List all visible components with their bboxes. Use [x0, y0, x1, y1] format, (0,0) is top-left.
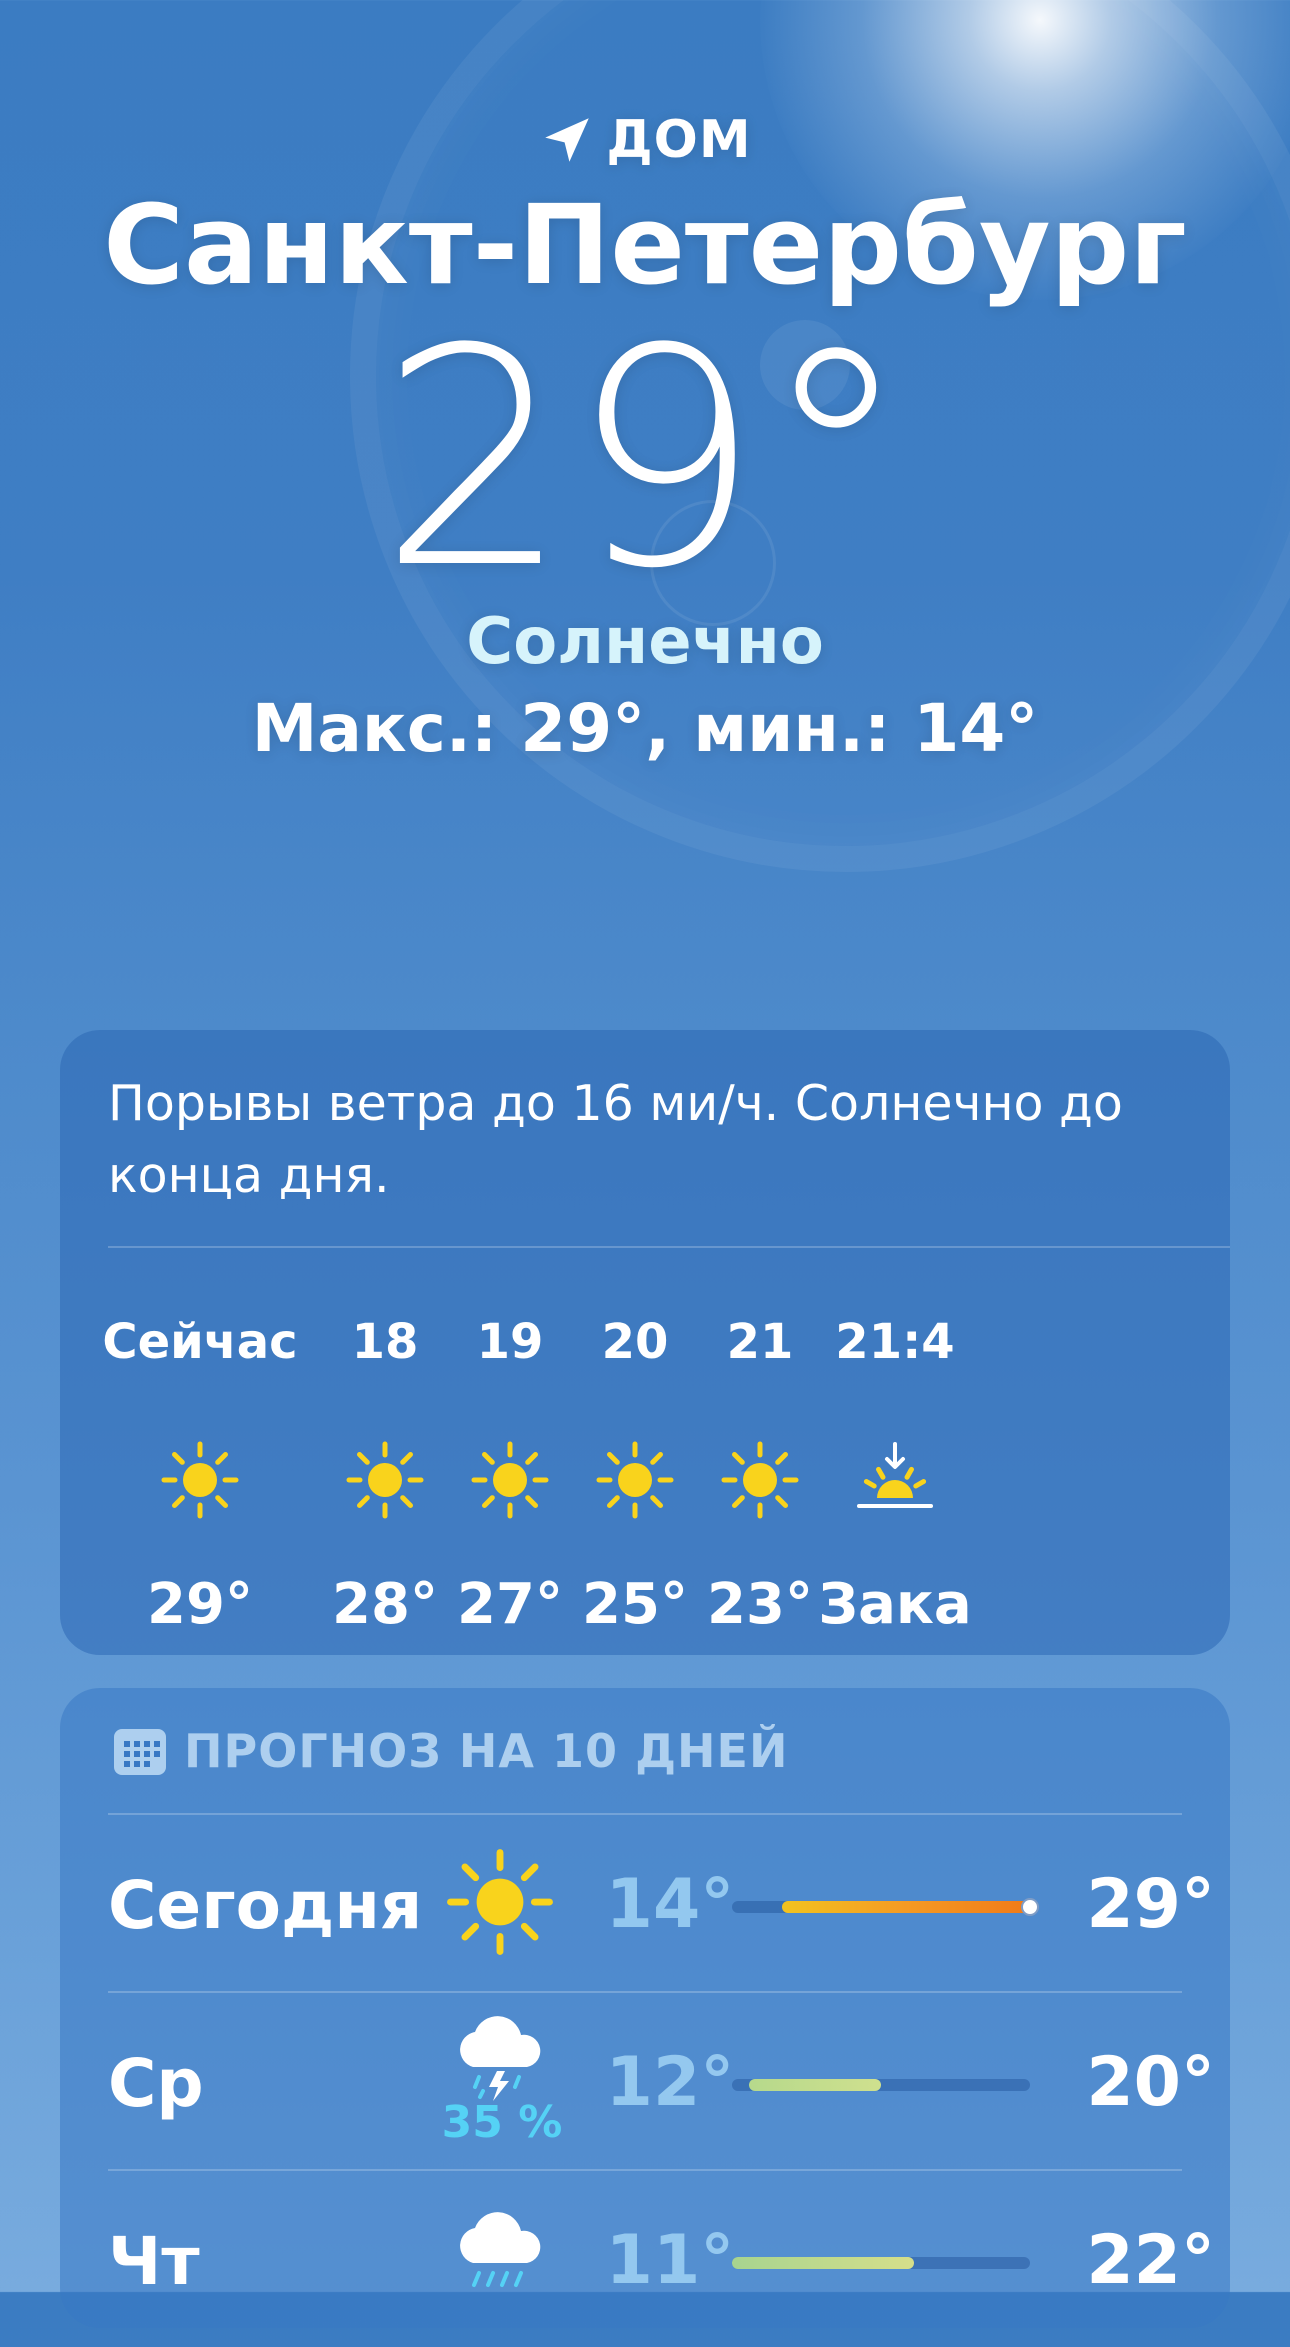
rain-icon: [460, 2212, 541, 2287]
forecast-title: ПРОГНОЗ НА 10 ДНЕЙ: [184, 1724, 789, 1778]
precip-chance: 35 %: [441, 2097, 563, 2148]
hour-time: Сейчас: [102, 1314, 298, 1370]
hour-icon: [720, 1440, 800, 1520]
forecast-row[interactable]: Чт 11° 22°: [60, 2171, 1230, 2347]
forecast-high: 20°: [1086, 2043, 1215, 2122]
hour-icon: [855, 1440, 935, 1520]
hour-icon: [595, 1440, 675, 1520]
forecast-row[interactable]: Ср 35 % 12° 20°: [60, 1993, 1230, 2169]
current-temperature: 29°: [379, 285, 911, 634]
sun-icon: [346, 1441, 424, 1519]
sunset-icon: [857, 1442, 933, 1508]
forecast-day: Ср: [108, 2045, 204, 2122]
temp-range-track: [732, 2079, 1030, 2091]
hourly-forecast-card[interactable]: Порывы ветра до 16 ми/ч. Солнечно до кон…: [60, 1030, 1230, 1655]
sun-icon: [471, 1441, 549, 1519]
hour-icon: [470, 1440, 550, 1520]
temp-range-track: [732, 1898, 1039, 1916]
temp-range-bar: [732, 2257, 915, 2269]
temp-range-bar: [781, 1901, 1030, 1913]
ten-day-forecast-card[interactable]: ПРОГНОЗ НА 10 ДНЕЙ Сегодня 14° 29° Ср 35 …: [60, 1688, 1230, 2328]
forecast-row[interactable]: Сегодня 14° 29°: [60, 1815, 1230, 1991]
temp-range-bar: [748, 2079, 881, 2091]
forecast-header: ПРОГНОЗ НА 10 ДНЕЙ: [112, 1724, 788, 1778]
hour-temp: Зака: [818, 1572, 972, 1637]
calendar-icon: [114, 1729, 166, 1775]
hour-temp: 29°: [147, 1572, 253, 1637]
forecast-day: Чт: [108, 2223, 200, 2300]
temp-range-track: [732, 2257, 1030, 2269]
location-arrow-icon: [545, 118, 590, 162]
forecast-icon: [445, 2203, 555, 2313]
forecast-day: Сегодня: [108, 1867, 423, 1944]
hourly-summary: Порывы ветра до 16 ми/ч. Солнечно до кон…: [108, 1075, 1123, 1204]
sun-icon: [161, 1441, 239, 1519]
hourly-strip[interactable]: Сейчас 29° 18 28° 19 27° 20 25° 21 23° 21:4 З…: [60, 1280, 1230, 1650]
forecast-high: 29°: [1086, 1865, 1215, 1944]
hour-icon: [160, 1440, 240, 1520]
sun-icon: [721, 1441, 799, 1519]
high-low: Макс.: 29°, мин.: 14°: [251, 690, 1039, 767]
current-condition: Солнечно: [466, 605, 824, 679]
location-label: ДОМ: [606, 110, 752, 170]
sun-icon: [596, 1441, 674, 1519]
hour-icon: [345, 1440, 425, 1520]
divider: [108, 1246, 1230, 1248]
hour-time: 21:4: [835, 1314, 955, 1370]
sun-icon: [447, 1849, 553, 1955]
location-row[interactable]: ДОМ: [0, 110, 1290, 170]
forecast-high: 22°: [1086, 2221, 1215, 2300]
forecast-icon: [445, 1847, 555, 1957]
